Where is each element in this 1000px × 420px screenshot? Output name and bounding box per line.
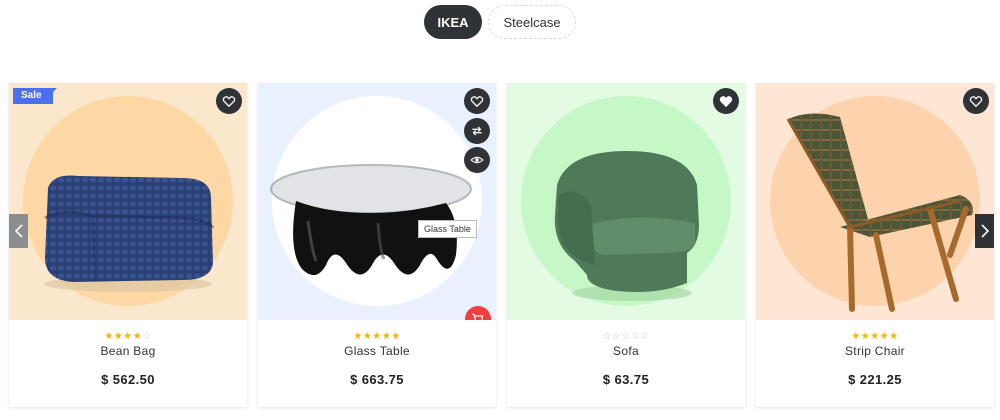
heart-icon (969, 96, 983, 108)
product-price: $ 221.25 (848, 372, 902, 387)
sofa-image (554, 151, 699, 301)
wishlist-button[interactable] (464, 88, 490, 114)
product-card-sofa[interactable]: ☆☆☆☆☆ Sofa $ 63.75 (507, 83, 745, 407)
star-icon: ★ (870, 331, 880, 342)
product-tooltip: Glass Table (418, 220, 477, 238)
product-name[interactable]: Sofa (507, 344, 745, 366)
product-card-glass-table[interactable]: Glass Table ★★★★★ Glass Table $ 663.75 (258, 83, 496, 407)
star-icon: ★ (851, 331, 861, 342)
star-icon: ★ (113, 331, 124, 342)
product-price: $ 663.75 (350, 372, 404, 387)
tab-steelcase[interactable]: Steelcase (488, 5, 576, 39)
add-to-cart-button[interactable] (465, 306, 491, 320)
star-icon: ★ (391, 331, 401, 342)
star-icon: ☆ (630, 331, 641, 342)
product-card-bean-bag[interactable]: Sale ★★★★☆ Bean Bag $ 562.50 (9, 83, 247, 407)
tab-ikea[interactable]: IKEA (424, 5, 482, 39)
product-info: ★★★★★ Strip Chair $ 221.25 (756, 320, 994, 407)
product-price: $ 63.75 (602, 372, 650, 387)
heart-icon (222, 96, 236, 108)
star-icon: ☆ (621, 331, 631, 342)
product-grid: Sale ★★★★☆ Bean Bag $ 562.50 Glass Table (9, 83, 994, 408)
star-icon: ★ (879, 331, 890, 342)
star-icon: ★ (104, 331, 114, 342)
wishlist-button[interactable] (216, 88, 242, 114)
bean-bag-image (44, 175, 215, 292)
strip-chair-image (786, 113, 973, 312)
product-info: ★★★★☆ Bean Bag $ 562.50 (9, 320, 247, 407)
star-rating: ★★★★★ (756, 320, 994, 344)
sale-badge: Sale (13, 88, 57, 104)
carousel-prev-button[interactable] (9, 214, 28, 248)
eye-icon (470, 156, 484, 164)
star-icon: ★ (132, 331, 143, 342)
compare-arrows-icon (472, 126, 482, 136)
quick-view-button[interactable] (464, 147, 490, 173)
star-icon: ★ (362, 331, 373, 342)
chevron-right-icon (980, 224, 989, 238)
chevron-left-icon (14, 224, 23, 238)
product-card-strip-chair[interactable]: ★★★★★ Strip Chair $ 221.25 (756, 83, 994, 407)
star-icon: ☆ (640, 331, 650, 342)
star-rating: ★★★★★ (258, 320, 496, 344)
brand-tabs: IKEA Steelcase (0, 5, 1000, 39)
star-icon: ☆ (611, 331, 622, 342)
star-rating: ☆☆☆☆☆ (507, 320, 745, 344)
compare-button[interactable] (464, 118, 490, 144)
star-icon: ★ (889, 331, 899, 342)
product-image-area[interactable] (507, 83, 745, 320)
star-icon: ☆ (602, 331, 612, 342)
product-price: $ 562.50 (101, 372, 155, 387)
star-rating: ★★★★☆ (9, 320, 247, 344)
wishlist-button[interactable] (713, 88, 739, 114)
product-name[interactable]: Glass Table (258, 344, 496, 366)
star-icon: ★ (353, 331, 363, 342)
product-image-area[interactable] (756, 83, 994, 320)
carousel-next-button[interactable] (975, 214, 994, 248)
product-image-area[interactable]: Glass Table (258, 83, 496, 320)
star-icon: ★ (372, 331, 382, 342)
star-icon: ★ (123, 331, 133, 342)
heart-icon (719, 96, 733, 108)
product-info: ☆☆☆☆☆ Sofa $ 63.75 (507, 320, 745, 407)
product-name[interactable]: Bean Bag (9, 344, 247, 366)
star-icon: ★ (381, 331, 392, 342)
product-info: ★★★★★ Glass Table $ 663.75 (258, 320, 496, 407)
star-icon: ★ (860, 331, 871, 342)
heart-icon (470, 96, 484, 108)
cart-icon (472, 313, 484, 320)
product-image-area[interactable]: Sale (9, 83, 247, 320)
product-name[interactable]: Strip Chair (756, 344, 994, 366)
wishlist-button[interactable] (963, 88, 989, 114)
star-icon: ☆ (142, 331, 152, 342)
